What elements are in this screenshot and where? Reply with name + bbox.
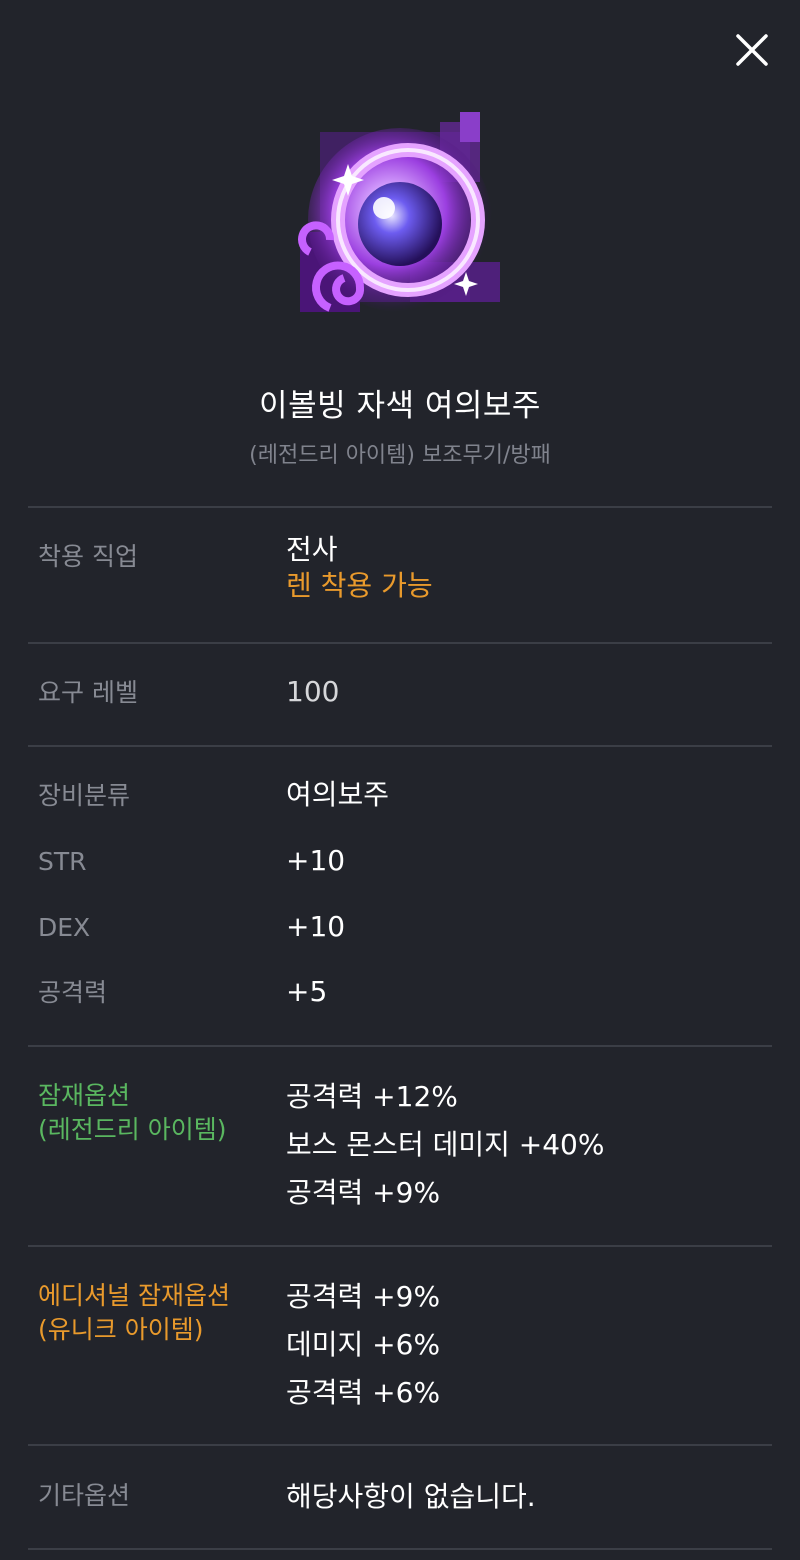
close-icon <box>736 34 768 66</box>
stat-label: 공격력 <box>38 978 108 1007</box>
divider <box>28 745 772 747</box>
job-label: 착용 직업 <box>38 542 138 571</box>
item-icon <box>290 112 516 338</box>
divider <box>28 506 772 508</box>
other-label: 기타옵션 <box>38 1481 131 1510</box>
stat-value: +10 <box>286 910 346 943</box>
additional-potential-values: 공격력 +9% 데미지 +6% 공격력 +6% <box>286 1273 440 1417</box>
divider <box>28 1548 772 1550</box>
potential-line: 보스 몬스터 데미지 +40% <box>286 1128 605 1161</box>
job-name: 전사 <box>286 533 338 566</box>
potential-line: 공격력 +9% <box>286 1176 441 1209</box>
job-value: 전사 렌 착용 가능 <box>286 532 433 604</box>
additional-potential-label: 에디셔널 잠재옵션 (유니크 아이템) <box>38 1281 230 1344</box>
potential-values: 공격력 +12% 보스 몬스터 데미지 +40% 공격력 +9% <box>286 1073 604 1217</box>
stat-label: DEX <box>38 913 91 942</box>
divider <box>28 1444 772 1446</box>
stat-value: +10 <box>286 844 346 877</box>
additional-potential-line: 데미지 +6% <box>286 1328 441 1361</box>
level-label: 요구 레벨 <box>38 678 138 707</box>
job-note: 렌 착용 가능 <box>286 569 433 602</box>
item-detail-page: 이볼빙 자색 여의보주 (레전드리 아이템) 보조무기/방패 착용 직업 전사 … <box>0 0 800 1560</box>
stat-label: STR <box>38 847 87 876</box>
additional-potential-line: 공격력 +9% <box>286 1280 441 1313</box>
divider <box>28 1045 772 1047</box>
close-button[interactable] <box>730 28 774 72</box>
other-value: 해당사항이 없습니다. <box>286 1480 536 1513</box>
stat-value: 여의보주 <box>286 778 390 811</box>
stat-value: +5 <box>286 975 328 1008</box>
divider <box>28 1245 772 1247</box>
purple-orb-icon <box>298 112 500 312</box>
level-value: 100 <box>286 675 340 708</box>
additional-potential-line: 공격력 +6% <box>286 1376 441 1409</box>
item-subtitle: (레전드리 아이템) 보조무기/방패 <box>249 443 551 468</box>
potential-line: 공격력 +12% <box>286 1080 458 1113</box>
divider <box>28 642 772 644</box>
potential-label: 잠재옵션 (레전드리 아이템) <box>38 1081 227 1144</box>
item-name: 이볼빙 자색 여의보주 <box>259 388 541 424</box>
stat-label: 장비분류 <box>38 781 131 810</box>
